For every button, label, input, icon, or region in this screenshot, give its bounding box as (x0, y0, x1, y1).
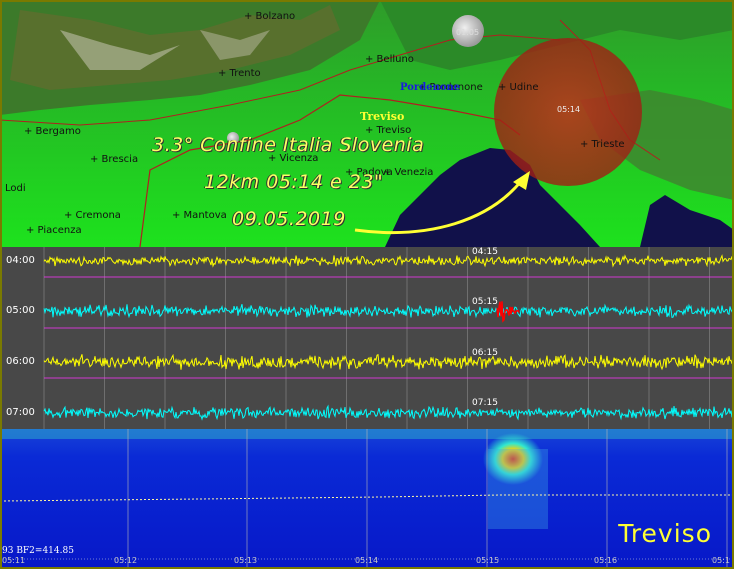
station-label-treviso: Treviso (360, 110, 405, 123)
spectrogram-footer: 93 BF2=414.85 (2, 546, 74, 556)
row-time-label: 04:00 (6, 255, 35, 266)
city-trieste: + Trieste (580, 139, 625, 150)
headline-line-1: 3.3° Confine Italia Slovenia (152, 134, 425, 156)
spectrogram-image (0, 429, 734, 569)
seismogram-traces (43, 247, 734, 429)
time-axis-label: 05:14 (355, 556, 379, 565)
city-cremona: + Cremona (64, 210, 121, 221)
spectrogram-panel: 05:11 05:12 05:13 05:14 05:15 05:16 05:1… (0, 429, 734, 569)
row-time-label: 06:00 (6, 356, 35, 367)
city-mantova: + Mantova (172, 210, 227, 221)
city-lodi: Lodi (5, 183, 26, 194)
regional-map: + Bolzano + Trento + Belluno + Pordenone… (0, 0, 734, 247)
row-tick-label: 06:15 (472, 348, 498, 358)
earthquake-event-trace (496, 301, 520, 323)
moon-time-label: 01:05 (456, 28, 480, 37)
time-axis-label: 05:13 (234, 556, 258, 565)
headline-line-2: 12km 05:14 e 23" (204, 171, 384, 193)
headline-line-3: 09.05.2019 (232, 208, 346, 230)
city-belluno: + Belluno (365, 54, 414, 65)
seismogram-trace (43, 254, 734, 268)
seismogram-trace (43, 404, 734, 421)
row-tick-label: 04:15 (472, 247, 498, 257)
station-name: Treviso (618, 519, 712, 548)
time-axis-label: 05:1 (712, 556, 730, 565)
epicenter-time-label: 05:14 (557, 105, 581, 114)
seismogram-trace (43, 303, 734, 319)
city-bergamo: + Bergamo (24, 126, 81, 137)
city-venezia: + Venezia (383, 167, 434, 178)
city-brescia: + Brescia (90, 154, 139, 165)
time-axis-label: 05:16 (594, 556, 618, 565)
row-time-label: 07:00 (6, 407, 35, 418)
time-axis-label: 05:11 (2, 556, 26, 565)
seismic-display: + Bolzano + Trento + Belluno + Pordenone… (0, 0, 734, 569)
helicorder-panel: 04:00 05:00 06:00 07:00 04:15 05:15 06:1… (0, 247, 734, 429)
city-bolzano: + Bolzano (244, 11, 296, 22)
row-time-label: 05:00 (6, 305, 35, 316)
row-tick-label: 05:15 (472, 297, 498, 307)
city-udine: + Udine (498, 82, 539, 93)
label-pordenone: Pordenone (400, 82, 461, 93)
seismogram-trace (43, 353, 734, 371)
row-tick-label: 07:15 (472, 398, 498, 408)
time-axis-label: 05:12 (114, 556, 138, 565)
city-piacenza: + Piacenza (26, 225, 82, 236)
city-trento: + Trento (218, 68, 261, 79)
time-axis-label: 05:15 (476, 556, 500, 565)
